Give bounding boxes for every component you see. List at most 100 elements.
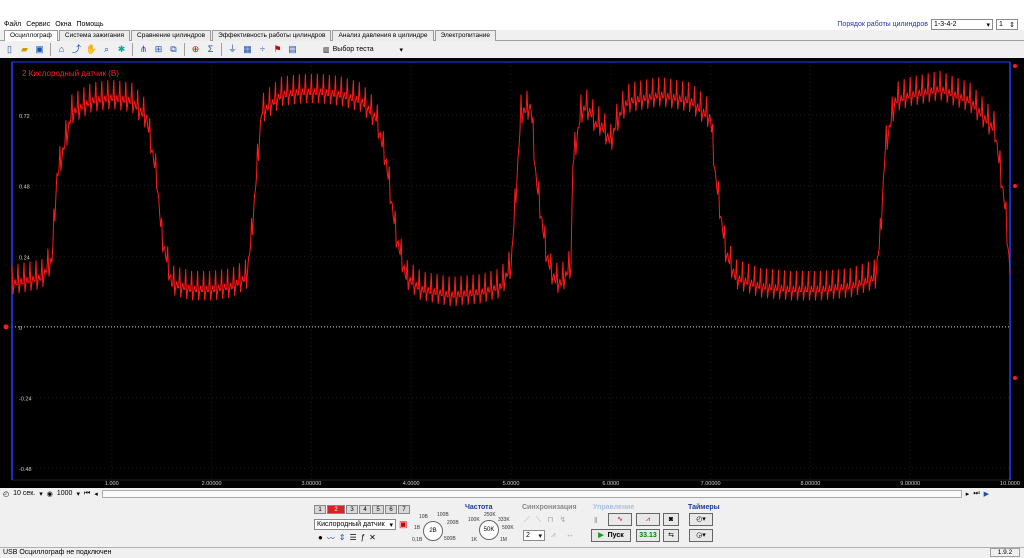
lines-icon[interactable]: ☰ xyxy=(350,533,357,544)
tab-ignition[interactable]: Система зажигания xyxy=(58,30,131,41)
step-back-icon[interactable]: ◂ xyxy=(94,490,98,498)
tab-oscilloscope[interactable]: Осциллограф xyxy=(4,30,58,41)
measure-icon[interactable]: ⊕ xyxy=(189,43,202,56)
trigger-icon[interactable]: ⤴ xyxy=(70,43,83,56)
sawtooth-mode-button[interactable]: ⩘ xyxy=(636,513,660,526)
channel-button-3[interactable]: 3 xyxy=(346,505,358,514)
time-bar: ◴ 10 сек. ▾ ◉ 1000 ▾ ⏮ ◂ ▸ ⏭ ▶ xyxy=(0,488,1024,499)
channel-button-5[interactable]: 5 xyxy=(372,505,384,514)
save-icon[interactable]: ▣ xyxy=(33,43,46,56)
chevron-down-icon: ▾ xyxy=(538,532,542,540)
test-select-button[interactable]: ▥ Выбор теста ▾ xyxy=(323,43,403,56)
open-folder-icon[interactable]: ▰ xyxy=(18,43,31,56)
zoom-icon[interactable]: ⌕ xyxy=(100,43,113,56)
tab-cylinder-compare[interactable]: Сравнение цилиндров xyxy=(131,30,212,41)
start-button[interactable]: ▶ Пуск xyxy=(591,529,631,542)
status-text: USB Осциллограф не подключен xyxy=(3,549,112,556)
sync-icons: ⟋ ⟍ ⊓ ↯ xyxy=(524,515,566,525)
auto-sync-icon[interactable]: ↯ xyxy=(559,515,566,525)
x-tick-label: 3.00000 xyxy=(301,481,321,487)
tab-cylinder-efficiency[interactable]: Эффективность работы цилиндров xyxy=(212,30,332,41)
chevron-down-icon: ▾ xyxy=(986,21,990,29)
waveform-icon[interactable]: 〰 xyxy=(327,533,335,544)
sensor-select[interactable]: Кислородный датчик ▾ xyxy=(314,519,396,530)
rewind-icon[interactable]: ⏮ xyxy=(84,490,90,498)
y-tick-label: 0 xyxy=(19,326,22,332)
divide-icon[interactable]: ÷ xyxy=(256,43,269,56)
cursor-icon[interactable]: ⌂ xyxy=(55,43,68,56)
chevron-down-icon[interactable]: ▾ xyxy=(76,490,80,498)
toolbar-divider xyxy=(184,43,185,56)
x-tick-label: 2.00000 xyxy=(202,481,222,487)
x-tick-label: 9.00000 xyxy=(900,481,920,487)
channel-button-4[interactable]: 4 xyxy=(359,505,371,514)
timebase-value[interactable]: 10 сек. xyxy=(13,490,35,497)
play-icon[interactable]: ▶ xyxy=(984,490,989,498)
range-knob[interactable]: 2В xyxy=(423,521,443,541)
chevron-down-icon[interactable]: ▾ xyxy=(39,490,43,498)
fast-forward-icon[interactable]: ⏭ xyxy=(973,490,979,498)
compare-icon[interactable]: ⧉ xyxy=(167,43,180,56)
toolbar-divider xyxy=(132,43,133,56)
x-tick-label: 4.0000 xyxy=(403,481,420,487)
channel-button-2[interactable]: 2 xyxy=(327,505,345,514)
scroll-track[interactable] xyxy=(101,489,962,498)
range-label-01v: 0,1В xyxy=(412,537,423,543)
tab-power-supply[interactable]: Электропитание xyxy=(434,30,497,41)
main-menu: Файл Сервис Окна Помощь xyxy=(4,21,104,28)
y-tick-label: -0.24 xyxy=(19,397,32,403)
channel-button-1[interactable]: 1 xyxy=(314,505,326,514)
sync-channel-select[interactable]: 2 ▾ xyxy=(523,530,545,541)
tab-pressure-analysis[interactable]: Анализ давления в цилиндре xyxy=(332,30,434,41)
document-icon[interactable]: ▤ xyxy=(286,43,299,56)
menu-service[interactable]: Сервис xyxy=(26,21,50,28)
step-forward-icon[interactable]: ▸ xyxy=(966,490,970,498)
grid-icon[interactable]: ⊞ xyxy=(152,43,165,56)
filter-icon[interactable]: ⏚ xyxy=(226,43,239,56)
cylinder-count-spinner[interactable]: 1 ⇕ xyxy=(996,19,1018,30)
rise-edge-icon[interactable]: ⟋ xyxy=(524,515,530,525)
freq-label-100k: 100K xyxy=(468,517,480,523)
sync-offset-icon[interactable]: ↔ xyxy=(566,530,574,539)
marker-dot xyxy=(1013,184,1017,188)
markers-icon[interactable]: ⋔ xyxy=(137,43,150,56)
save-channel-icon[interactable]: ▣ xyxy=(399,519,408,530)
firing-order: Порядок работы цилиндров 1-3-4-2 ▾ 1 ⇕ xyxy=(837,19,1018,30)
count-display: 33.13 xyxy=(636,529,660,542)
record-button[interactable]: ◙ xyxy=(663,513,679,526)
timer-button-2[interactable]: ◶▾ xyxy=(689,529,713,542)
menu-windows[interactable]: Окна xyxy=(55,21,71,28)
auto-scale-icon[interactable]: ✱ xyxy=(115,43,128,56)
probe-icon[interactable]: ● xyxy=(318,533,323,544)
offset-icon[interactable]: ⇕ xyxy=(339,533,346,544)
math-icon[interactable]: Σ xyxy=(204,43,217,56)
hand-icon[interactable]: ✋ xyxy=(85,43,98,56)
range-label-1v: 1В xyxy=(414,525,421,531)
spinner-arrows-icon: ⇕ xyxy=(1009,21,1015,29)
frequency-knob[interactable]: 50K xyxy=(479,520,499,540)
sine-mode-button[interactable]: ∿ xyxy=(608,513,632,526)
firing-order-select[interactable]: 1-3-4-2 ▾ xyxy=(931,19,993,30)
menu-help[interactable]: Помощь xyxy=(76,21,103,28)
oscilloscope-plot[interactable]: 0.72 0.48 0.24 0 -0.24 -0.48 1.000 2.00000 3.000… xyxy=(0,58,1024,488)
flag-icon[interactable]: ⚑ xyxy=(271,43,284,56)
menu-file[interactable]: Файл xyxy=(4,21,21,28)
timer-button-1[interactable]: ◴▾ xyxy=(689,513,713,526)
pause-icon[interactable]: ‖ xyxy=(594,516,597,525)
y-tick-label: 0.48 xyxy=(19,185,30,191)
new-file-icon[interactable]: ▯ xyxy=(3,43,16,56)
step-button[interactable]: ⇆ xyxy=(663,529,679,542)
x-tick-label: 5.0000 xyxy=(503,481,520,487)
y-tick-label: 0.72 xyxy=(19,114,30,120)
channel-button-7[interactable]: 7 xyxy=(398,505,410,514)
settings-icon[interactable]: ✕ xyxy=(369,533,376,544)
channel-button-6[interactable]: 6 xyxy=(385,505,397,514)
pulse-icon[interactable]: ⊓ xyxy=(547,515,553,525)
points-value[interactable]: 1000 xyxy=(57,490,73,497)
table-icon[interactable]: ▦ xyxy=(241,43,254,56)
zero-marker xyxy=(3,324,9,330)
sync-level-icon[interactable]: ⩘ xyxy=(551,530,556,540)
fall-edge-icon[interactable]: ⟍ xyxy=(536,515,542,525)
formula-icon[interactable]: ƒ xyxy=(361,533,365,544)
timebase-icon: ◴ xyxy=(3,490,10,498)
